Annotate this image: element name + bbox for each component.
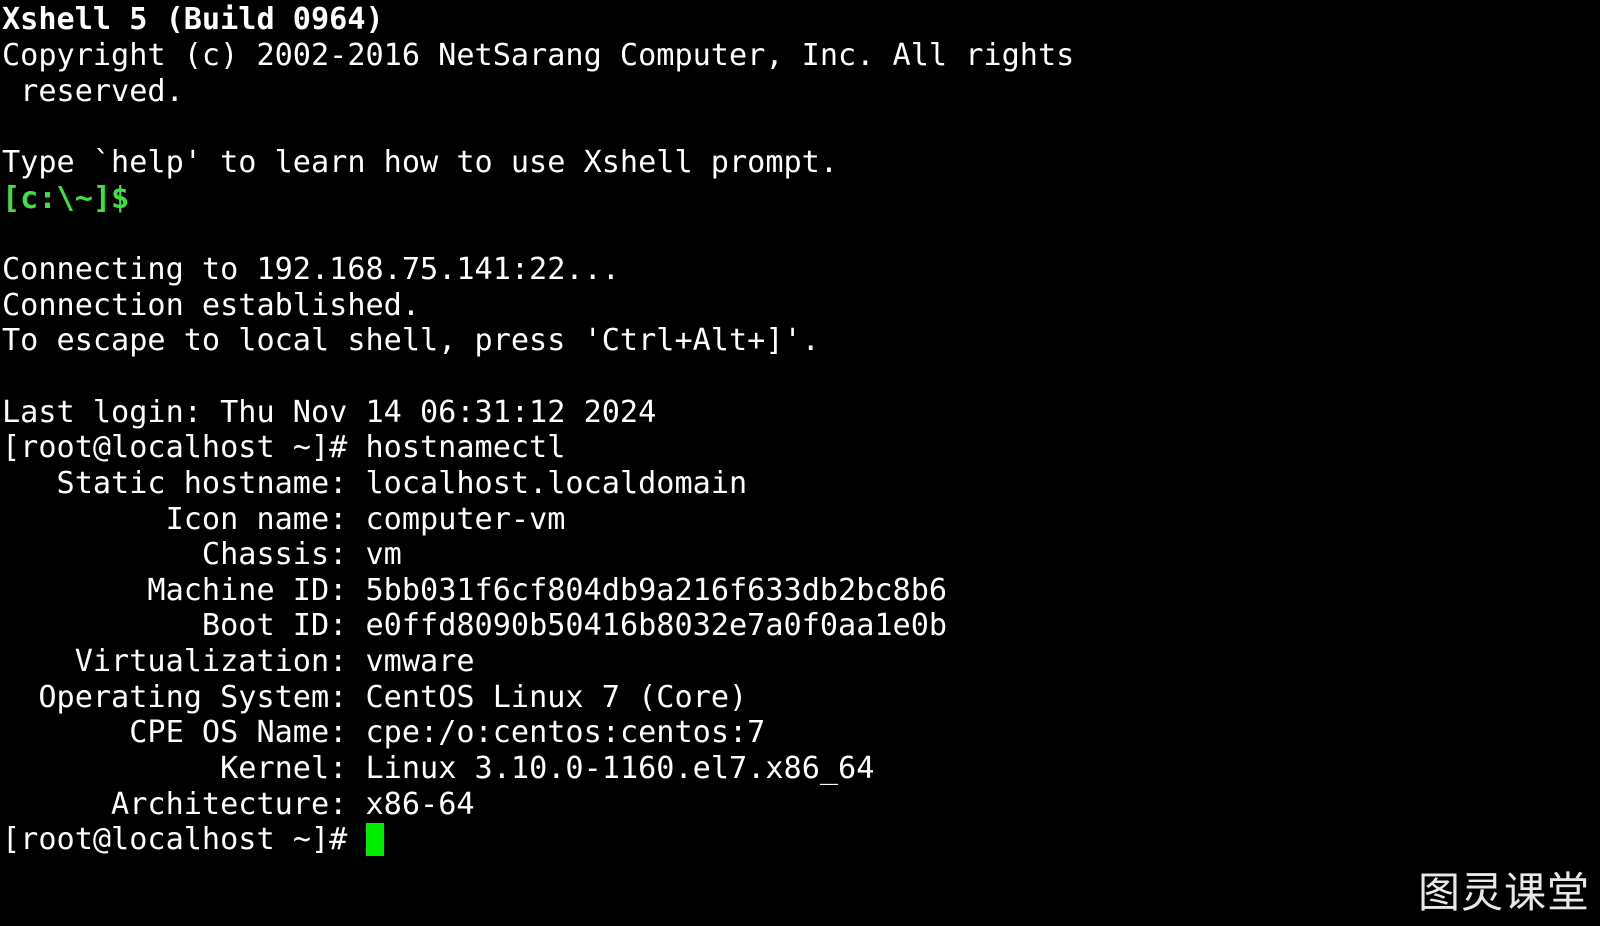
hostnamectl-value: 5bb031f6cf804db9a216f633db2bc8b6 (347, 573, 948, 608)
hostnamectl-label: CPE OS Name: (2, 715, 348, 750)
hostnamectl-value: computer-vm (347, 502, 566, 537)
hostnamectl-value: cpe:/o:centos:centos:7 (347, 715, 766, 750)
watermark-logo: 图灵课堂 (1417, 868, 1590, 917)
hostnamectl-label: Machine ID: (2, 573, 348, 608)
hostnamectl-label: Architecture: (2, 787, 348, 822)
hostnamectl-row: CPE OS Name: cpe:/o:centos:centos:7 (2, 715, 765, 751)
shell-prompt: [root@localhost ~]# (2, 822, 366, 857)
hostnamectl-row: Boot ID: e0ffd8090b50416b8032e7a0f0aa1e0… (2, 608, 947, 644)
hostnamectl-label: Chassis: (2, 537, 348, 572)
hostnamectl-value: CentOS Linux 7 (Core) (347, 680, 748, 715)
hostnamectl-label: Icon name: (2, 502, 348, 537)
escape-hint-line: To escape to local shell, press 'Ctrl+Al… (2, 323, 820, 358)
hostnamectl-row: Machine ID: 5bb031f6cf804db9a216f633db2b… (2, 573, 947, 609)
hostnamectl-label: Kernel: (2, 751, 348, 786)
help-hint-line: Type `help' to learn how to use Xshell p… (2, 145, 839, 180)
hostnamectl-value: x86-64 (347, 787, 475, 822)
terminal-cursor[interactable] (365, 822, 384, 856)
hostnamectl-row: Operating System: CentOS Linux 7 (Core) (2, 680, 747, 716)
hostnamectl-row: Virtualization: vmware (2, 644, 475, 680)
hostnamectl-value: vmware (347, 644, 475, 679)
hostnamectl-row: Chassis: vm (2, 537, 402, 573)
hostnamectl-row: Static hostname: localhost.localdomain (2, 466, 748, 502)
hostnamectl-row: Architecture: x86-64 (2, 787, 475, 823)
hostnamectl-value: Linux 3.10.0-1160.el7.x86_64 (347, 751, 875, 786)
hostnamectl-label: Boot ID: (2, 608, 348, 643)
hostnamectl-label: Operating System: (2, 680, 348, 715)
last-login-line: Last login: Thu Nov 14 06:31:12 2024 (2, 395, 657, 430)
connection-established-line: Connection established. (2, 288, 421, 323)
hostnamectl-value: vm (347, 537, 402, 572)
terminal-window[interactable]: Xshell 5 (Build 0964) Copyright (c) 2002… (0, 0, 1600, 926)
active-prompt-line[interactable]: [root@localhost ~]# (2, 822, 384, 858)
hostnamectl-label: Virtualization: (2, 644, 348, 679)
copyright-line: Copyright (c) 2002-2016 NetSarang Comput… (2, 38, 1075, 73)
hostnamectl-row: Kernel: Linux 3.10.0-1160.el7.x86_64 (2, 751, 874, 787)
hostnamectl-row: Icon name: computer-vm (2, 502, 566, 538)
command-line: [root@localhost ~]# hostnamectl (2, 430, 566, 465)
hostnamectl-label: Static hostname: (2, 466, 348, 501)
copyright-line-continued: reserved. (2, 74, 184, 109)
hostnamectl-value: e0ffd8090b50416b8032e7a0f0aa1e0b (347, 608, 948, 643)
local-prompt: [c:\~]$ (2, 181, 130, 216)
xshell-title-line: Xshell 5 (Build 0964) (2, 2, 384, 37)
connecting-line: Connecting to 192.168.75.141:22... (2, 252, 620, 287)
hostnamectl-value: localhost.localdomain (347, 466, 748, 501)
